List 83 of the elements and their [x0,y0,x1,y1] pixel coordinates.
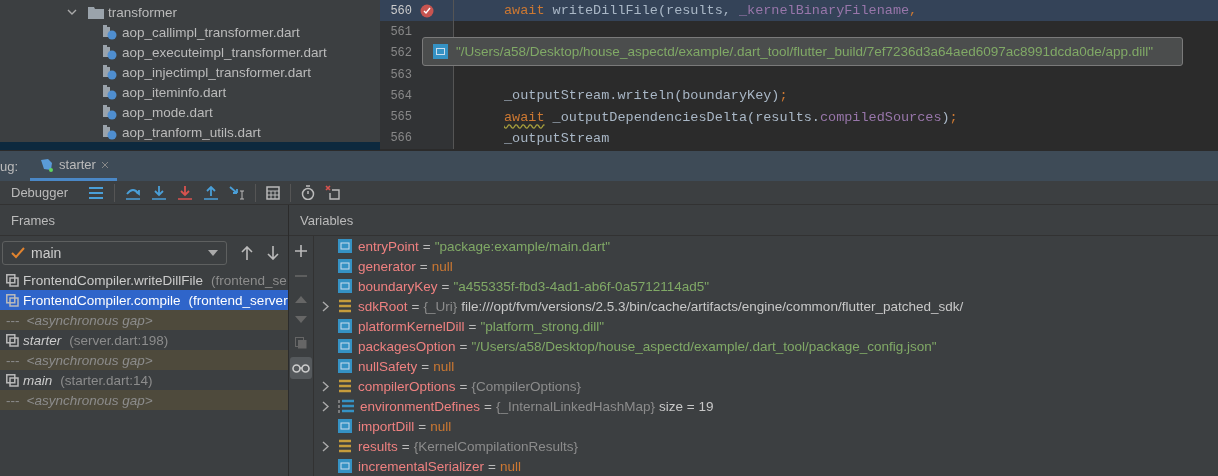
primitive-value-icon [433,44,448,59]
frame-row[interactable]: starter (server.dart:198) [0,330,288,350]
variable-entry: environmentDefines = {_InternalLinkedHashMap} size = 19 [360,398,714,414]
line-number: 564 [389,88,412,103]
primitive-icon [338,459,352,473]
close-icon[interactable] [100,160,109,169]
dart-icon [38,156,55,173]
stopwatch-icon[interactable] [301,185,316,200]
line-number: 560 [389,3,412,18]
object-icon [338,439,352,453]
variable-entry: incrementalSerializer = null [358,458,521,474]
file-name[interactable]: aop_injectimpl_transformer.dart [122,64,312,80]
file-name[interactable]: aop_executeimpl_transformer.dart [122,44,327,60]
variable-entry: generator = null [358,258,453,274]
glasses-icon [292,363,310,373]
line-number: 561 [389,24,412,39]
folder-icon [88,5,104,19]
debug-label: ug: [0,158,19,176]
thread-dropdown[interactable]: main [2,241,227,265]
code-line: _outputStream.writeln(boundaryKey); [504,88,788,104]
up-arrow-icon[interactable] [241,246,253,260]
file-name[interactable]: aop_iteminfo.dart [122,84,227,100]
debug-tab[interactable]: starter [30,151,117,181]
frame-icon [6,333,19,347]
line-number: 562 [389,46,412,61]
breakpoint-icon[interactable] [420,3,434,18]
frame-row[interactable]: FrontendCompiler.compile (frontend_server [0,290,288,310]
primitive-icon [338,319,352,333]
variables-header: Variables [300,212,354,228]
tooltip-value: "/Users/a58/Desktop/house_aspectd/example/.dart_tool/flutter_build/7ef7236d3a64aed6097ac8991dcda0de/app.dill" [456,44,1154,59]
line-number: 566 [389,131,412,146]
object-icon [338,299,352,313]
add-icon[interactable] [295,245,307,257]
primitive-icon [338,359,352,373]
primitive-icon [338,339,352,353]
primitive-icon [338,419,352,433]
code-line: _outputStream [504,130,610,146]
folder-name[interactable]: transformer [108,4,178,20]
down-arrow-icon[interactable] [267,246,279,260]
step-out-icon[interactable] [203,185,220,200]
primitive-icon [338,259,352,273]
variable-entry: platformKernelDill = "platform_strong.dill" [358,318,605,334]
dart-file-icon [102,124,118,140]
file-name[interactable]: aop_callimpl_transformer.dart [122,24,300,40]
step-into-icon[interactable] [151,185,168,200]
code-line: await writeDillFile(results, _kernelBinaryFilename, [504,3,918,19]
check-icon [11,247,25,259]
variable-entry: importDill = null [358,418,452,434]
frames-header: Frames [11,212,56,228]
dart-file-icon [102,84,118,100]
dart-file-icon [102,44,118,60]
file-name[interactable]: aop_mode.dart [122,104,213,120]
variable-entry: sdkRoot = {_Uri} file:///opt/fvm/versions/2.5.3/bin/cache/artifacts/engine/common/flutter_patched_sdk/ [358,298,964,314]
file-name[interactable]: aop_tranform_utils.dart [122,124,261,140]
primitive-icon [338,279,352,293]
dart-file-icon [102,104,118,120]
frame-icon [6,373,19,387]
object-icon [338,379,352,393]
variable-entry: compilerOptions = {CompilerOptions} [358,378,582,394]
debugger-label: Debugger [11,185,69,200]
line-number: 565 [389,110,412,125]
dart-file-icon [102,24,118,40]
dart-file-icon [102,64,118,80]
primitive-icon [338,239,352,253]
frame-row[interactable]: main (starter.dart:14) [0,370,288,390]
frame-icon [6,273,19,287]
variable-entry: nullSafety = null [358,358,455,374]
code-line: await _outputDependenciesDelta(results.compiledSources); [504,109,958,125]
mute-breakpoints-icon[interactable] [325,185,341,200]
glasses-button[interactable] [290,357,312,379]
frame-icon [6,293,19,307]
line-number: 563 [389,67,412,82]
variable-entry: packagesOption = "/Users/a58/Desktop/house_aspectd/example/.dart_tool/package_config.json" [358,338,937,354]
menu-icon[interactable] [88,185,105,200]
caret-icon [208,250,218,256]
list-icon [338,399,354,413]
calculator-icon[interactable] [266,185,281,200]
variable-entry: entryPoint = "package:example/main.dart" [358,238,611,254]
variable-entry: results = {KernelCompilationResults} [358,438,579,454]
force-step-into-icon[interactable] [177,185,194,200]
run-to-cursor-icon[interactable] [229,185,246,200]
variable-entry: boundaryKey = "a455335f-fbd3-4ad1-ab6f-0a5712114ad5" [358,278,709,294]
frame-row[interactable]: FrontendCompiler.writeDillFile (frontend_se [0,270,288,290]
